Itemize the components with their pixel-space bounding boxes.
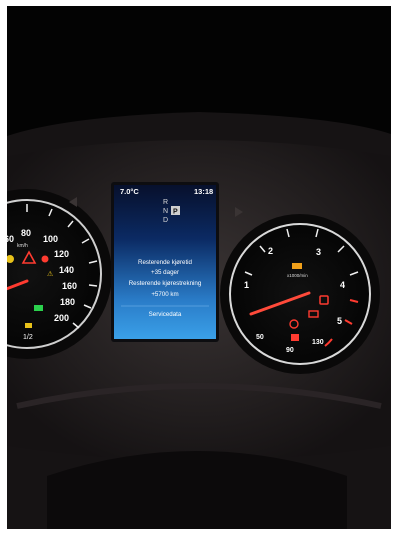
gear-n: N bbox=[163, 208, 168, 215]
instrument-cluster-photo: 60 80 100 120 140 160 180 200 km/h ⚠ 1/2… bbox=[7, 6, 391, 529]
rpm-unit-label: x1000/min bbox=[287, 273, 308, 278]
rpm-tick-label: 3 bbox=[316, 247, 321, 257]
gear-r: R bbox=[163, 199, 168, 206]
airbag-warning-icon bbox=[41, 255, 49, 263]
photo-frame: 60 80 100 120 140 160 180 200 km/h ⚠ 1/2… bbox=[7, 6, 391, 529]
temp-gauge-label: 130 bbox=[312, 339, 324, 346]
fuel-gauge-label: 1/2 bbox=[23, 334, 33, 341]
message-line: Resterende kjøretid bbox=[138, 259, 193, 266]
speed-tick-label: 180 bbox=[60, 297, 75, 307]
speed-tick-label: 100 bbox=[43, 234, 58, 244]
temp-gauge-label: 50 bbox=[256, 334, 264, 341]
park-indicator-label: P bbox=[173, 209, 178, 216]
gear-d: D bbox=[163, 217, 168, 224]
clock-readout: 13:18 bbox=[194, 187, 213, 196]
speed-tick-label: 60 bbox=[7, 234, 14, 244]
speed-tick-label: 160 bbox=[62, 281, 77, 291]
tachometer: 1 2 3 4 5 x1000/min 50 90 130 bbox=[220, 214, 380, 374]
center-display: 7.0°C 13:18 R N D P Resterende kjøretid … bbox=[111, 182, 219, 342]
message-line: +35 dager bbox=[151, 269, 179, 276]
message-line: +5700 km bbox=[151, 291, 178, 298]
rpm-tick-label: 5 bbox=[337, 316, 342, 326]
lights-indicator-icon bbox=[34, 305, 43, 311]
coolant-warning-icon bbox=[291, 334, 299, 341]
rpm-tick-label: 4 bbox=[340, 280, 345, 290]
service-data-label: Servicedata bbox=[149, 311, 182, 318]
temp-gauge-label: 90 bbox=[286, 347, 294, 354]
speed-tick-label: 200 bbox=[54, 313, 69, 323]
rpm-tick-label: 2 bbox=[268, 246, 273, 256]
tachometer-ring bbox=[229, 223, 371, 365]
speed-tick-label: 120 bbox=[54, 249, 69, 259]
engine-warning-icon: ⚠ bbox=[47, 270, 53, 278]
speed-tick-label: 140 bbox=[59, 265, 74, 275]
message-line: Resterende kjørestrekning bbox=[129, 280, 202, 287]
rpm-tick-label: 1 bbox=[244, 280, 249, 290]
speed-unit-label: km/h bbox=[17, 243, 28, 249]
fuel-icon bbox=[25, 323, 32, 328]
temperature-readout: 7.0°C bbox=[120, 187, 139, 196]
check-engine-icon bbox=[292, 263, 302, 269]
speed-tick-label: 80 bbox=[21, 228, 31, 238]
